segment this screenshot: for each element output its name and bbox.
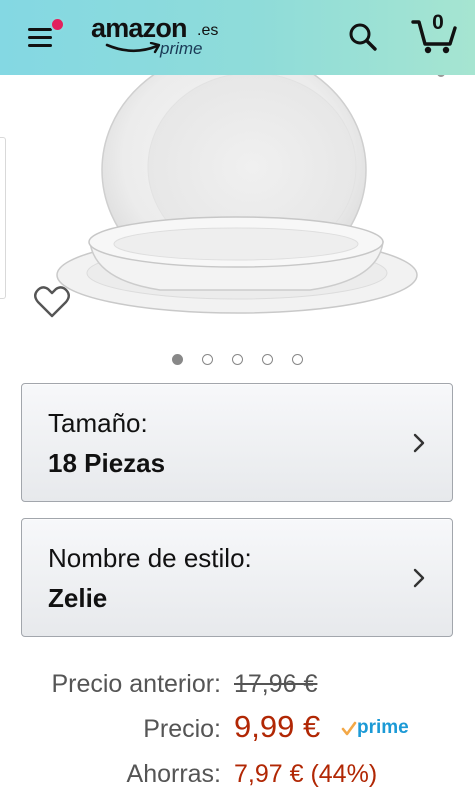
- chevron-right-icon: [413, 433, 425, 453]
- search-button[interactable]: [346, 20, 380, 54]
- product-page: amazon .es prime 0 Tamaño: 18 Piezas Nom…: [0, 0, 475, 801]
- search-icon: [349, 23, 377, 51]
- savings-row: Ahorras: 7,97 € (44%): [0, 756, 475, 792]
- pagination-dot[interactable]: [262, 354, 273, 365]
- current-price-label: Precio:: [143, 715, 221, 743]
- style-value: Zelie: [48, 583, 108, 613]
- cart-count: 0: [432, 11, 444, 34]
- menu-button[interactable]: [22, 17, 65, 54]
- cart-button[interactable]: 0: [410, 12, 458, 56]
- notification-dot: [50, 17, 65, 32]
- smile-arrow-icon: [105, 42, 161, 54]
- previous-price-value: 17,96 €: [234, 670, 318, 698]
- savings-label: Ahorras:: [126, 760, 221, 788]
- image-pagination: [168, 354, 313, 370]
- pagination-dot[interactable]: [292, 354, 303, 365]
- logo-prime: prime: [160, 39, 203, 58]
- style-label: Nombre de estilo:: [48, 543, 252, 573]
- size-selector[interactable]: Tamaño: 18 Piezas: [21, 383, 453, 502]
- prime-badge: prime: [341, 717, 423, 741]
- top-nav-bar: amazon .es prime 0: [0, 0, 475, 75]
- wishlist-button[interactable]: [32, 282, 72, 322]
- size-value: 18 Piezas: [48, 448, 166, 478]
- pagination-dot[interactable]: [172, 354, 183, 365]
- current-price-row: Precio: 9,99 € prime: [0, 709, 475, 747]
- size-label: Tamaño:: [48, 408, 148, 438]
- pagination-dot[interactable]: [202, 354, 213, 365]
- pagination-dot[interactable]: [232, 354, 243, 365]
- amazon-prime-logo[interactable]: amazon .es prime: [91, 12, 221, 60]
- prime-check-icon: [341, 721, 357, 736]
- previous-price-label: Precio anterior:: [51, 670, 221, 698]
- heart-icon: [34, 286, 70, 318]
- style-selector[interactable]: Nombre de estilo: Zelie: [21, 518, 453, 637]
- previous-price-row: Precio anterior: 17,96 €: [0, 666, 475, 702]
- prime-badge-text: prime: [357, 717, 409, 738]
- savings-value: 7,97 € (44%): [234, 760, 378, 788]
- current-price-value: 9,99 €: [234, 709, 321, 744]
- chevron-right-icon: [413, 568, 425, 588]
- logo-tld: .es: [197, 22, 219, 39]
